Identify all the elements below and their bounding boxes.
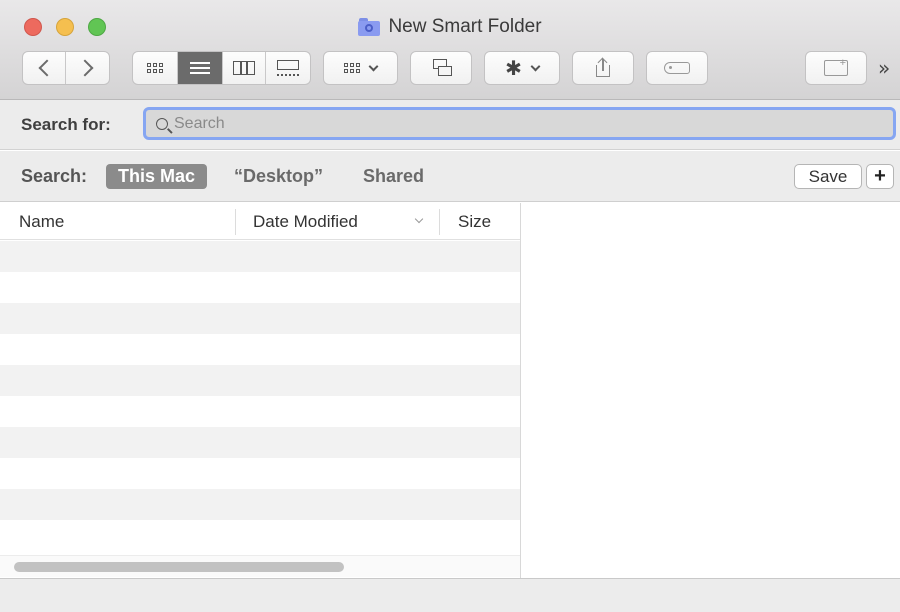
tags-button[interactable]: [646, 51, 708, 85]
search-icon: [156, 117, 168, 130]
toolbar-overflow-button[interactable]: »: [878, 56, 890, 80]
chevron-down-icon: [530, 61, 541, 71]
column-divider[interactable]: [439, 209, 440, 235]
new-folder-button[interactable]: [805, 51, 867, 85]
empty-rows: [0, 241, 520, 551]
search-for-label: Search for:: [21, 115, 111, 134]
table-row: [0, 458, 520, 489]
search-scope-label: Search:: [21, 166, 88, 186]
list-view-icon: [190, 59, 210, 77]
horizontal-scrollbar[interactable]: [0, 555, 520, 577]
table-row: [0, 396, 520, 427]
network-icon: [430, 59, 452, 77]
share-button[interactable]: [572, 51, 634, 85]
table-row: [0, 334, 520, 365]
share-icon: [596, 57, 610, 77]
search-for-bar: Search for:: [0, 100, 900, 150]
column-header: Name Date Modified Size: [0, 203, 520, 240]
view-mode-control: [132, 51, 311, 85]
scrollbar-thumb[interactable]: [14, 562, 344, 572]
window-titlebar: New Smart Folder ✱ + »: [0, 0, 900, 100]
table-row: [0, 303, 520, 334]
table-row: [0, 272, 520, 303]
gear-icon: ✱: [505, 56, 522, 80]
chevron-down-icon: [368, 61, 379, 71]
search-field[interactable]: [143, 107, 896, 140]
smart-folder-icon: [358, 18, 381, 36]
new-folder-icon: [824, 57, 848, 76]
status-bar: [0, 578, 900, 612]
column-size[interactable]: Size: [458, 203, 491, 240]
column-name[interactable]: Name: [19, 203, 64, 240]
tag-icon: [664, 62, 690, 74]
column-view-button[interactable]: [223, 52, 266, 84]
column-date-modified[interactable]: Date Modified: [253, 203, 358, 240]
save-search-button[interactable]: Save: [794, 164, 862, 189]
connect-server-button[interactable]: [410, 51, 472, 85]
search-scope-bar: Search: This Mac “Desktop” Shared: [0, 151, 900, 202]
column-view-icon: [233, 61, 255, 75]
scope-desktop[interactable]: “Desktop”: [222, 164, 335, 189]
add-criteria-button[interactable]: +: [866, 164, 894, 189]
forward-button[interactable]: [66, 52, 109, 84]
scope-shared[interactable]: Shared: [351, 164, 436, 189]
window-title-text: New Smart Folder: [388, 16, 542, 37]
scope-this-mac[interactable]: This Mac: [106, 164, 208, 189]
sort-chevron-down-icon: [414, 214, 424, 224]
results-list: Name Date Modified Size: [0, 203, 521, 578]
back-button[interactable]: [23, 52, 66, 84]
action-menu-button[interactable]: ✱: [484, 51, 560, 85]
preview-pane: [522, 203, 900, 578]
list-view-button[interactable]: [178, 52, 223, 84]
chevron-left-icon: [38, 59, 56, 77]
window-title: New Smart Folder: [0, 16, 900, 38]
gallery-view-icon: [277, 60, 299, 76]
group-icon: [344, 63, 360, 73]
back-forward-control: [22, 51, 110, 85]
column-divider[interactable]: [235, 209, 236, 235]
table-row: [0, 365, 520, 396]
table-row: [0, 427, 520, 458]
gallery-view-button[interactable]: [266, 52, 310, 84]
icon-view-icon: [147, 63, 163, 73]
table-row: [0, 520, 520, 551]
group-by-button[interactable]: [323, 51, 398, 85]
search-input[interactable]: [174, 114, 874, 133]
icon-view-button[interactable]: [133, 52, 178, 84]
table-row: [0, 489, 520, 520]
table-row: [0, 241, 520, 272]
chevron-right-icon: [76, 59, 93, 77]
